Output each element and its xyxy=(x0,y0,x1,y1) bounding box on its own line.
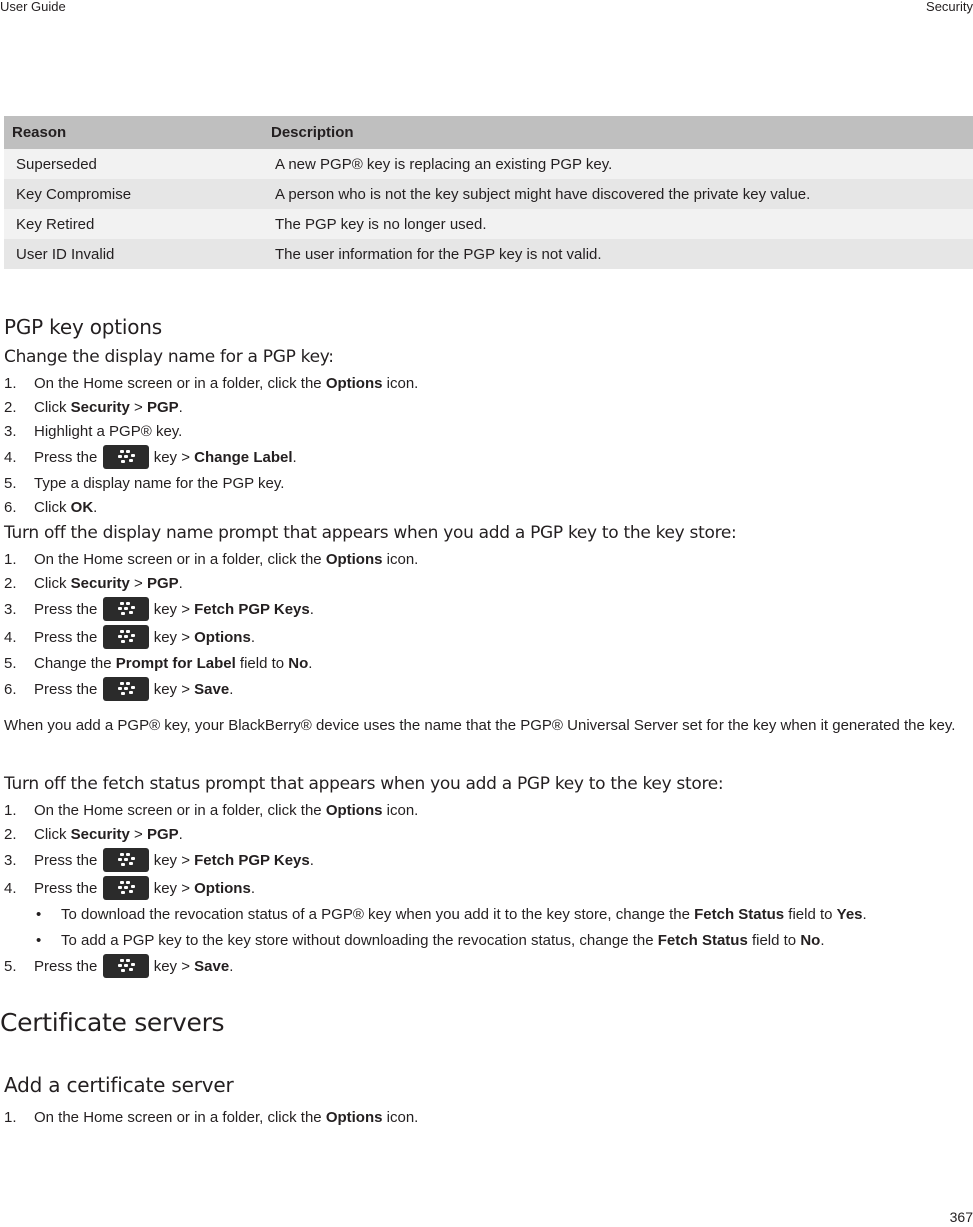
section-heading-certificate-servers: Certificate servers xyxy=(0,1008,225,1037)
step-item: 6. Press the key > Save. xyxy=(4,677,233,702)
column-header-description: Description xyxy=(264,116,973,149)
running-header-title: User Guide xyxy=(0,0,66,14)
step-item: 5. Change the Prompt for Label field to N… xyxy=(4,655,313,672)
task-heading-change-display-name: Change the display name for a PGP key: xyxy=(4,347,334,367)
step-item: 3. Press the key > Fetch PGP Keys. xyxy=(4,848,314,873)
step-item: 3. Highlight a PGP® key. xyxy=(4,423,183,440)
step-item: 3. Press the key > Fetch PGP Keys. xyxy=(4,597,314,622)
table-header-row: Reason Description xyxy=(4,116,973,149)
step-item: 2. Click Security > PGP. xyxy=(4,826,183,843)
blackberry-menu-key-icon xyxy=(102,597,149,622)
bullet-item: • To add a PGP key to the key store witho… xyxy=(36,929,824,953)
blackberry-menu-key-icon xyxy=(102,954,149,979)
blackberry-menu-key-icon xyxy=(102,625,149,650)
bullet-icon: • xyxy=(36,906,42,923)
step-item: 2. Click Security > PGP. xyxy=(4,399,183,416)
reason-cell: Superseded xyxy=(4,149,264,179)
blackberry-menu-key-icon xyxy=(102,876,149,901)
table-row: Key Retired The PGP key is no longer use… xyxy=(4,209,973,239)
running-header-section: Security xyxy=(926,0,973,14)
reason-cell: Key Retired xyxy=(4,209,264,239)
description-cell: The PGP key is no longer used. xyxy=(264,209,973,239)
description-cell: A new PGP® key is replacing an existing … xyxy=(264,149,973,179)
step-item: 4. Press the key > Options. xyxy=(4,876,255,901)
column-header-reason: Reason xyxy=(4,116,264,149)
task-heading-add-certificate-server: Add a certificate server xyxy=(4,1073,234,1097)
blackberry-menu-key-icon xyxy=(102,445,149,470)
note-paragraph: When you add a PGP® key, your BlackBerry… xyxy=(4,717,956,734)
description-cell: The user information for the PGP key is … xyxy=(264,239,973,269)
bullet-item: • To download the revocation status of a … xyxy=(36,903,867,927)
step-item: 5. Press the key > Save. xyxy=(4,954,233,979)
description-cell: A person who is not the key subject migh… xyxy=(264,179,973,209)
task-heading-turn-off-display-prompt: Turn off the display name prompt that ap… xyxy=(4,523,737,543)
step-item: 1. On the Home screen or in a folder, cli… xyxy=(4,375,419,392)
step-item: 2. Click Security > PGP. xyxy=(4,575,183,592)
table-row: Key Compromise A person who is not the k… xyxy=(4,179,973,209)
blackberry-menu-key-icon xyxy=(102,677,149,702)
step-item: 1. On the Home screen or in a folder, cli… xyxy=(4,551,419,568)
table-row: Superseded A new PGP® key is replacing a… xyxy=(4,149,973,179)
step-item: 1. On the Home screen or in a folder, cli… xyxy=(4,1109,419,1126)
step-item: 1. On the Home screen or in a folder, cli… xyxy=(4,802,419,819)
blackberry-menu-key-icon xyxy=(102,848,149,873)
step-item: 6. Click OK. xyxy=(4,499,98,516)
step-item: 4. Press the key > Options. xyxy=(4,625,255,650)
section-heading-pgp-key-options: PGP key options xyxy=(4,315,163,339)
table-row: User ID Invalid The user information for… xyxy=(4,239,973,269)
reason-cell: Key Compromise xyxy=(4,179,264,209)
revocation-reasons-table: Reason Description Superseded A new PGP®… xyxy=(4,116,973,269)
step-item: 4. Press the key > Change Label. xyxy=(4,445,297,470)
step-item: 5. Type a display name for the PGP key. xyxy=(4,475,285,492)
reason-cell: User ID Invalid xyxy=(4,239,264,269)
task-heading-turn-off-fetch-prompt: Turn off the fetch status prompt that ap… xyxy=(4,774,724,794)
bullet-icon: • xyxy=(36,932,42,949)
page-number: 367 xyxy=(949,1209,973,1225)
